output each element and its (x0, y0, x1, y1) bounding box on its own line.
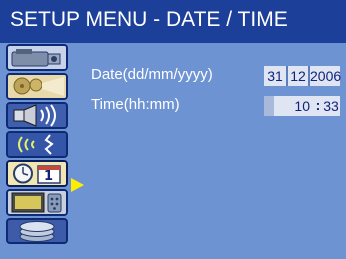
time-minute[interactable]: 33 (322, 96, 340, 116)
speaker-icon (8, 104, 66, 127)
date-label: Date(dd/mm/yyyy) (91, 66, 213, 83)
calendar-number: 1 (44, 169, 54, 184)
sidebar-item-date-time[interactable]: 1 (6, 160, 68, 187)
sidebar-item-wireless[interactable] (6, 131, 68, 158)
sidebar-item-disc[interactable] (6, 218, 68, 244)
page-title: SETUP MENU - DATE / TIME (0, 0, 346, 43)
sidebar-item-video[interactable] (6, 44, 68, 71)
selection-pointer-icon (71, 178, 84, 192)
date-month[interactable]: 12 (288, 66, 308, 86)
time-field[interactable]: 10 : 33 (264, 96, 340, 116)
clock-calendar-icon (8, 162, 66, 185)
disc-stack-icon (8, 220, 66, 242)
time-separator: : (314, 96, 322, 116)
sidebar-item-audio[interactable] (6, 102, 68, 129)
date-year[interactable]: 2006 (310, 66, 341, 86)
date-field[interactable]: 31 12 2006 (264, 66, 341, 86)
wireless-signal-icon (8, 133, 66, 156)
film-reel-projector-icon (8, 75, 66, 98)
sidebar-item-display[interactable] (6, 189, 68, 216)
date-day[interactable]: 31 (264, 66, 286, 86)
time-label: Time(hh:mm) (91, 96, 180, 113)
time-field-edge (264, 96, 274, 116)
camcorder-icon (8, 46, 66, 69)
sidebar-item-picture[interactable] (6, 73, 68, 100)
time-hour[interactable]: 10 (274, 96, 314, 116)
tv-remote-icon (8, 191, 66, 214)
